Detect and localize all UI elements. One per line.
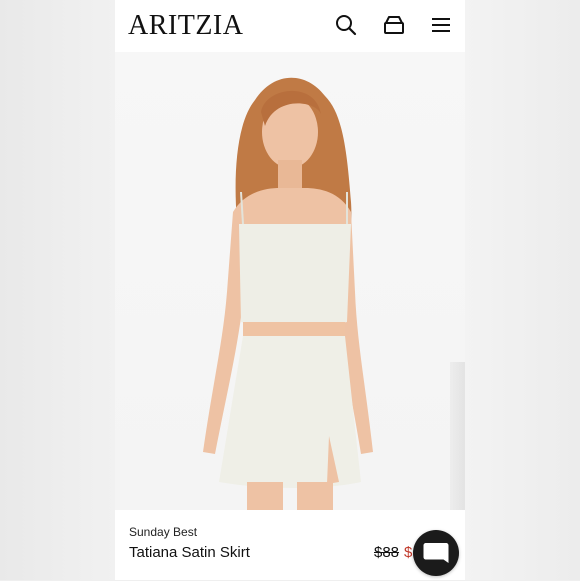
sale-price: $ bbox=[404, 544, 413, 561]
phone-screen: ARITZIA Sunday Best Tatiana Satin Skirt … bbox=[115, 0, 465, 580]
search-icon[interactable] bbox=[334, 13, 358, 37]
image-edge-strip bbox=[450, 362, 465, 510]
product-brand[interactable]: Sunday Best bbox=[129, 525, 197, 539]
site-header: ARITZIA bbox=[115, 0, 465, 52]
background-left bbox=[0, 0, 115, 580]
product-name[interactable]: Tatiana Satin Skirt bbox=[129, 544, 250, 561]
chat-bubble-icon bbox=[423, 543, 449, 563]
product-image[interactable] bbox=[115, 52, 465, 510]
bag-icon[interactable] bbox=[382, 13, 406, 37]
model-photo bbox=[203, 77, 373, 510]
original-price: $88 bbox=[374, 544, 400, 561]
menu-icon[interactable] bbox=[429, 13, 453, 37]
chat-button[interactable] bbox=[413, 530, 459, 576]
brand-logo[interactable]: ARITZIA bbox=[128, 9, 243, 43]
background-right bbox=[465, 0, 580, 580]
